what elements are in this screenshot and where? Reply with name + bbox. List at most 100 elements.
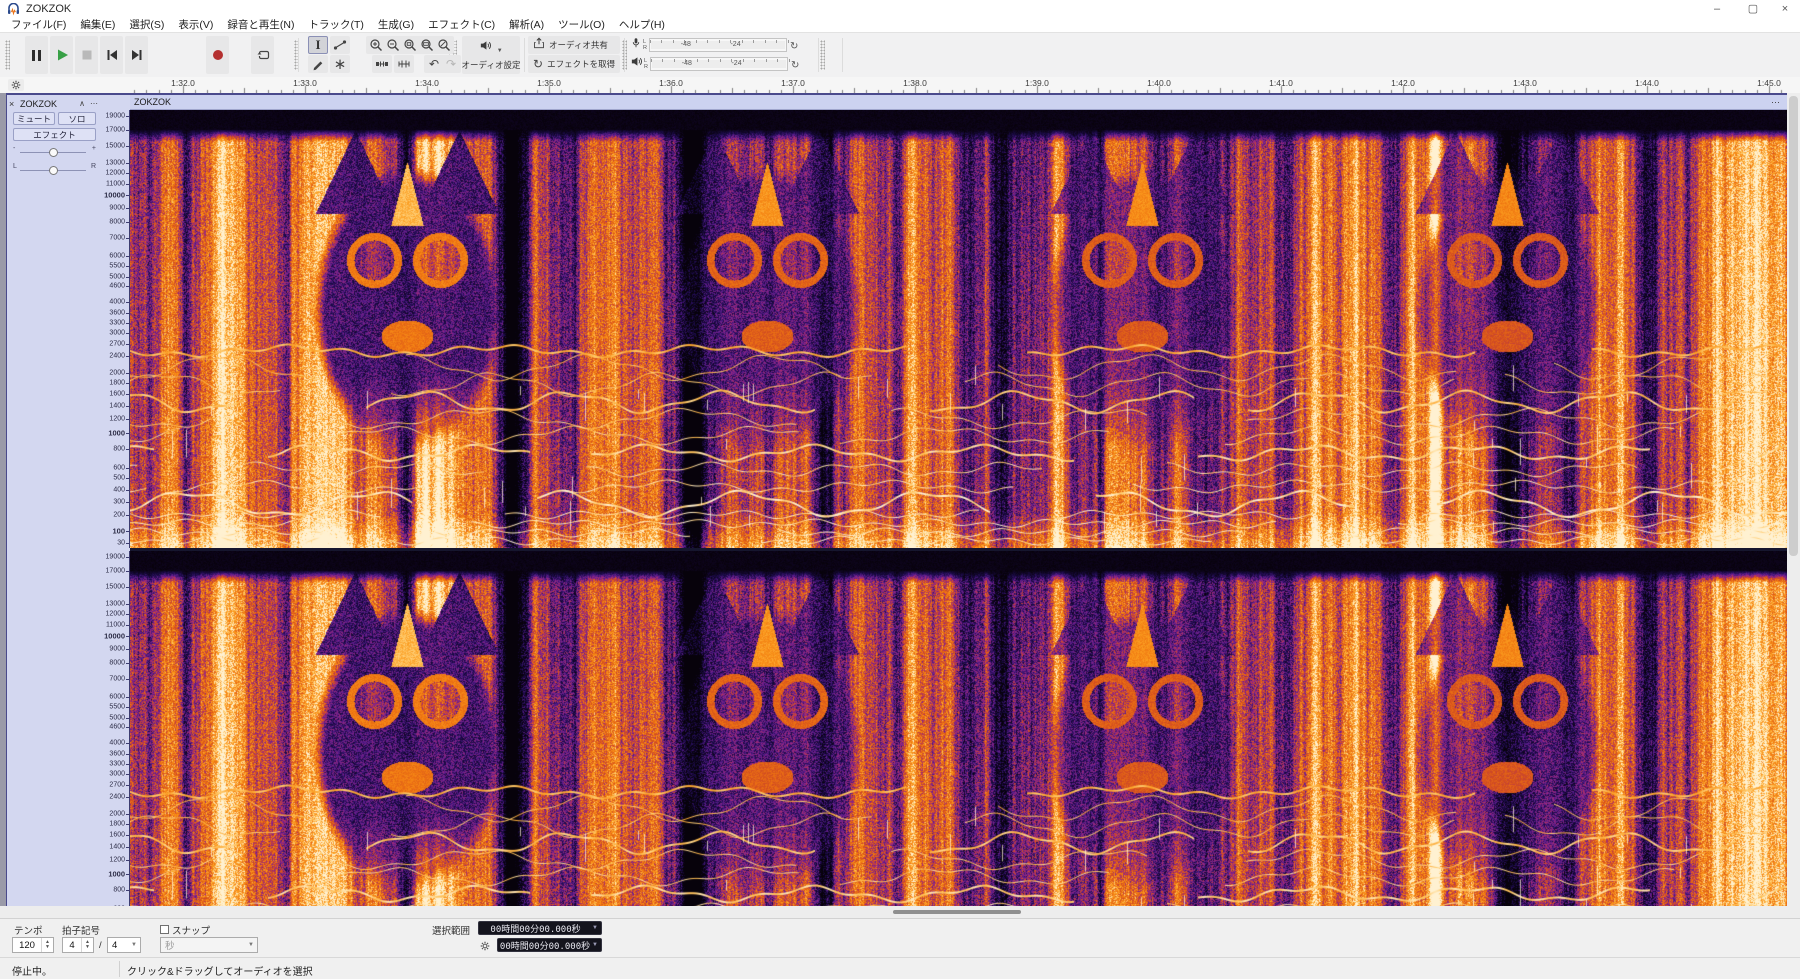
- menu-item-8[interactable]: 解析(A): [502, 18, 551, 32]
- freq-label-9000: 9000: [109, 205, 125, 212]
- vertical-scrollbar[interactable]: [1787, 93, 1800, 906]
- track-menu-icon[interactable]: ⋯: [88, 99, 100, 108]
- draw-button[interactable]: [308, 55, 328, 73]
- track-name[interactable]: ZOKZOK: [20, 99, 76, 109]
- horizontal-scrollbar-thumb[interactable]: [893, 910, 1021, 914]
- menu-item-1[interactable]: 編集(E): [73, 18, 122, 32]
- menu-item-9[interactable]: ツール(O): [551, 18, 612, 32]
- time-signature-upper-spinner[interactable]: 4 ▲▼: [62, 937, 94, 953]
- freq-tick: [126, 383, 129, 384]
- freq-label-300: 300: [113, 498, 125, 505]
- freq-tick: [126, 116, 129, 117]
- menu-item-2[interactable]: 選択(S): [122, 18, 171, 32]
- zoom-toggle-button[interactable]: [434, 36, 454, 54]
- freq-label-8000: 8000: [109, 660, 125, 667]
- close-button[interactable]: ×: [1768, 0, 1800, 18]
- frequency-ruler-ch2[interactable]: 1900017000150001300012000110001000090008…: [102, 551, 130, 906]
- track-close-icon[interactable]: ×: [9, 99, 20, 109]
- menu-item-10[interactable]: ヘルプ(H): [612, 18, 672, 32]
- freq-tick: [126, 323, 129, 324]
- get-effects-button[interactable]: ↻エフェクトを取得: [528, 55, 620, 73]
- record-button[interactable]: [206, 36, 229, 74]
- time-signature-lower-select[interactable]: 4▼: [107, 937, 141, 953]
- spectrogram-canvas-2[interactable]: [130, 551, 1788, 906]
- recording-meter[interactable]: LR-48-24↻: [630, 36, 815, 54]
- toolbar-grip[interactable]: [820, 40, 825, 70]
- meter-options-icon[interactable]: ↻: [790, 36, 798, 54]
- clip-menu-icon[interactable]: ⋯: [1771, 97, 1780, 108]
- freq-tick: [126, 277, 129, 278]
- freq-tick: [126, 604, 129, 605]
- share-audio-button[interactable]: オーディオ共有: [528, 36, 620, 54]
- maximize-button[interactable]: ▢: [1736, 0, 1770, 18]
- vertical-scrollbar-thumb[interactable]: [1789, 96, 1798, 556]
- freq-tick: [126, 515, 129, 516]
- clip-title-strip[interactable]: ZOKZOK ⋯: [130, 95, 1788, 110]
- stop-button[interactable]: [75, 36, 98, 74]
- minimize-button[interactable]: –: [1700, 0, 1734, 18]
- time-signature-upper-arrows[interactable]: ▲▼: [81, 938, 93, 952]
- freq-tick: [126, 860, 129, 861]
- skip-to-start-button[interactable]: [100, 36, 123, 74]
- selection-end-field[interactable]: 00時間00分00.000秒▼: [497, 938, 602, 952]
- skip-to-end-button[interactable]: [125, 36, 148, 74]
- freq-tick: [126, 130, 129, 131]
- spectrogram-channel-1[interactable]: [130, 110, 1788, 548]
- mute-button[interactable]: ミュート: [13, 112, 55, 125]
- freq-tick: [126, 433, 129, 434]
- selection-button[interactable]: I: [308, 36, 328, 54]
- freq-tick: [126, 636, 129, 637]
- trim-outside-selection-button[interactable]: [372, 55, 392, 73]
- spectrogram-canvas-1[interactable]: [130, 110, 1788, 548]
- menu-item-5[interactable]: トラック(T): [302, 18, 371, 32]
- menu-item-3[interactable]: 表示(V): [171, 18, 220, 32]
- menu-item-4[interactable]: 録音と再生(N): [220, 18, 301, 32]
- multi-button[interactable]: ∗: [330, 55, 350, 73]
- meter-options-icon[interactable]: ↻: [791, 55, 799, 73]
- gain-slider-thumb[interactable]: [49, 148, 58, 157]
- snap-unit-select[interactable]: 秒▼: [160, 937, 258, 953]
- freq-label-2400: 2400: [109, 352, 125, 359]
- playback-meter[interactable]: LR-48-24↻: [630, 55, 815, 73]
- freq-tick: [126, 344, 129, 345]
- selection-options-gear-icon[interactable]: [479, 939, 491, 957]
- play-button[interactable]: [50, 36, 73, 74]
- timeline-options-gear-icon[interactable]: [8, 79, 24, 91]
- freq-tick: [126, 195, 129, 196]
- frequency-ruler-ch1[interactable]: 1900017000150001300012000110001000090008…: [102, 110, 130, 548]
- freq-label-9000: 9000: [109, 646, 125, 653]
- solo-button[interactable]: ソロ: [58, 112, 96, 125]
- track-collapse-icon[interactable]: ∧: [76, 99, 88, 108]
- freq-label-17000: 17000: [106, 568, 125, 575]
- status-bar: 停止中。 クリック&ドラッグしてオーディオを選択: [0, 957, 1800, 979]
- toolbar-grip[interactable]: [5, 40, 10, 70]
- menu-item-6[interactable]: 生成(G): [371, 18, 421, 32]
- loop-button[interactable]: [251, 36, 274, 74]
- redo-button[interactable]: ↷: [441, 55, 461, 73]
- tempo-spinner[interactable]: 120 ▲▼: [12, 937, 54, 953]
- timeline-ruler[interactable]: 1:32.01:33.01:34.01:35.01:36.01:37.01:38…: [0, 77, 1800, 94]
- pause-button[interactable]: [25, 36, 48, 74]
- snap-checkbox[interactable]: [160, 925, 169, 934]
- freq-label-13000: 13000: [106, 160, 125, 167]
- effects-button[interactable]: エフェクト: [13, 128, 96, 141]
- tempo-spinner-arrows[interactable]: ▲▼: [41, 938, 53, 952]
- envelope-button[interactable]: [330, 36, 350, 54]
- freq-label-1800: 1800: [109, 380, 125, 387]
- silence-selection-button[interactable]: [394, 55, 414, 73]
- title-bar: ZOKZOK – ▢ ×: [0, 0, 1800, 19]
- timeline-label-2: 1:34.0: [415, 78, 439, 88]
- timeline-label-11: 1:43.0: [1513, 78, 1537, 88]
- selection-start-field[interactable]: 00時間00分00.000秒▼: [478, 921, 602, 935]
- audio-setup-button[interactable]: ▼オーディオ設定: [462, 36, 520, 74]
- freq-label-1600: 1600: [109, 391, 125, 398]
- menu-item-7[interactable]: エフェクト(C): [421, 18, 502, 32]
- horizontal-scrollbar[interactable]: [0, 906, 1800, 918]
- freq-tick: [126, 625, 129, 626]
- freq-tick: [126, 824, 129, 825]
- pan-slider-thumb[interactable]: [49, 166, 58, 175]
- spectrogram-channel-2[interactable]: [130, 551, 1788, 906]
- track-area: × ZOKZOK ∧ ⋯ ミュート ソロ エフェクト - + L R: [0, 93, 1800, 906]
- toolbar-separator: [818, 38, 819, 72]
- menu-item-0[interactable]: ファイル(F): [4, 18, 73, 32]
